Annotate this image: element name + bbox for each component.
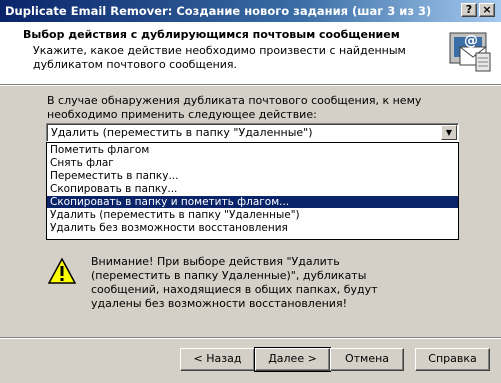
header-separator: [0, 84, 501, 86]
dropdown-option-flag[interactable]: Пометить флагом: [47, 144, 458, 156]
dropdown-option-copy-flag[interactable]: Скопировать в папку и пометить флагом...: [47, 196, 458, 208]
action-prompt: В случае обнаружения дубликата почтового…: [47, 94, 422, 121]
dropdown-option-copy[interactable]: Скопировать в папку...: [47, 183, 458, 195]
cancel-button[interactable]: Отмена: [330, 348, 404, 371]
footer-separator: [0, 337, 501, 339]
title-bar: Duplicate Email Remover: Создание нового…: [0, 0, 501, 22]
help-button[interactable]: Справка: [415, 348, 490, 371]
email-envelope-icon: @: [449, 32, 491, 72]
dropdown-option-delete[interactable]: Удалить (переместить в папку "Удаленные"…: [47, 209, 458, 221]
dropdown-option-move[interactable]: Переместить в папку...: [47, 170, 458, 182]
step-title: Выбор действия с дублирующимся почтовым …: [23, 28, 400, 41]
close-button[interactable]: ×: [479, 3, 495, 17]
help-title-button[interactable]: ?: [461, 3, 477, 17]
action-select-value: Удалить (переместить в папку "Удаленные"…: [51, 126, 313, 139]
action-select[interactable]: Удалить (переместить в папку "Удаленные"…: [46, 123, 459, 142]
action-dropdown-list[interactable]: Пометить флагом Снять флаг Переместить в…: [46, 142, 459, 240]
svg-text:@: @: [464, 33, 478, 49]
dropdown-option-unflag[interactable]: Снять флаг: [47, 157, 458, 169]
chevron-down-icon[interactable]: ▼: [441, 125, 457, 140]
dropdown-option-delete-permanent[interactable]: Удалить без возможности восстановления: [47, 222, 458, 234]
window-title: Duplicate Email Remover: Создание нового…: [5, 4, 432, 18]
step-description: Укажите, какое действие необходимо произ…: [33, 44, 406, 71]
warning-triangle-icon: [48, 258, 76, 284]
next-button[interactable]: Далее >: [254, 347, 331, 372]
warning-message: Внимание! При выборе действия "Удалить (…: [91, 255, 378, 310]
back-button[interactable]: < Назад: [180, 348, 255, 371]
wizard-header: Выбор действия с дублирующимся почтовым …: [0, 22, 501, 84]
